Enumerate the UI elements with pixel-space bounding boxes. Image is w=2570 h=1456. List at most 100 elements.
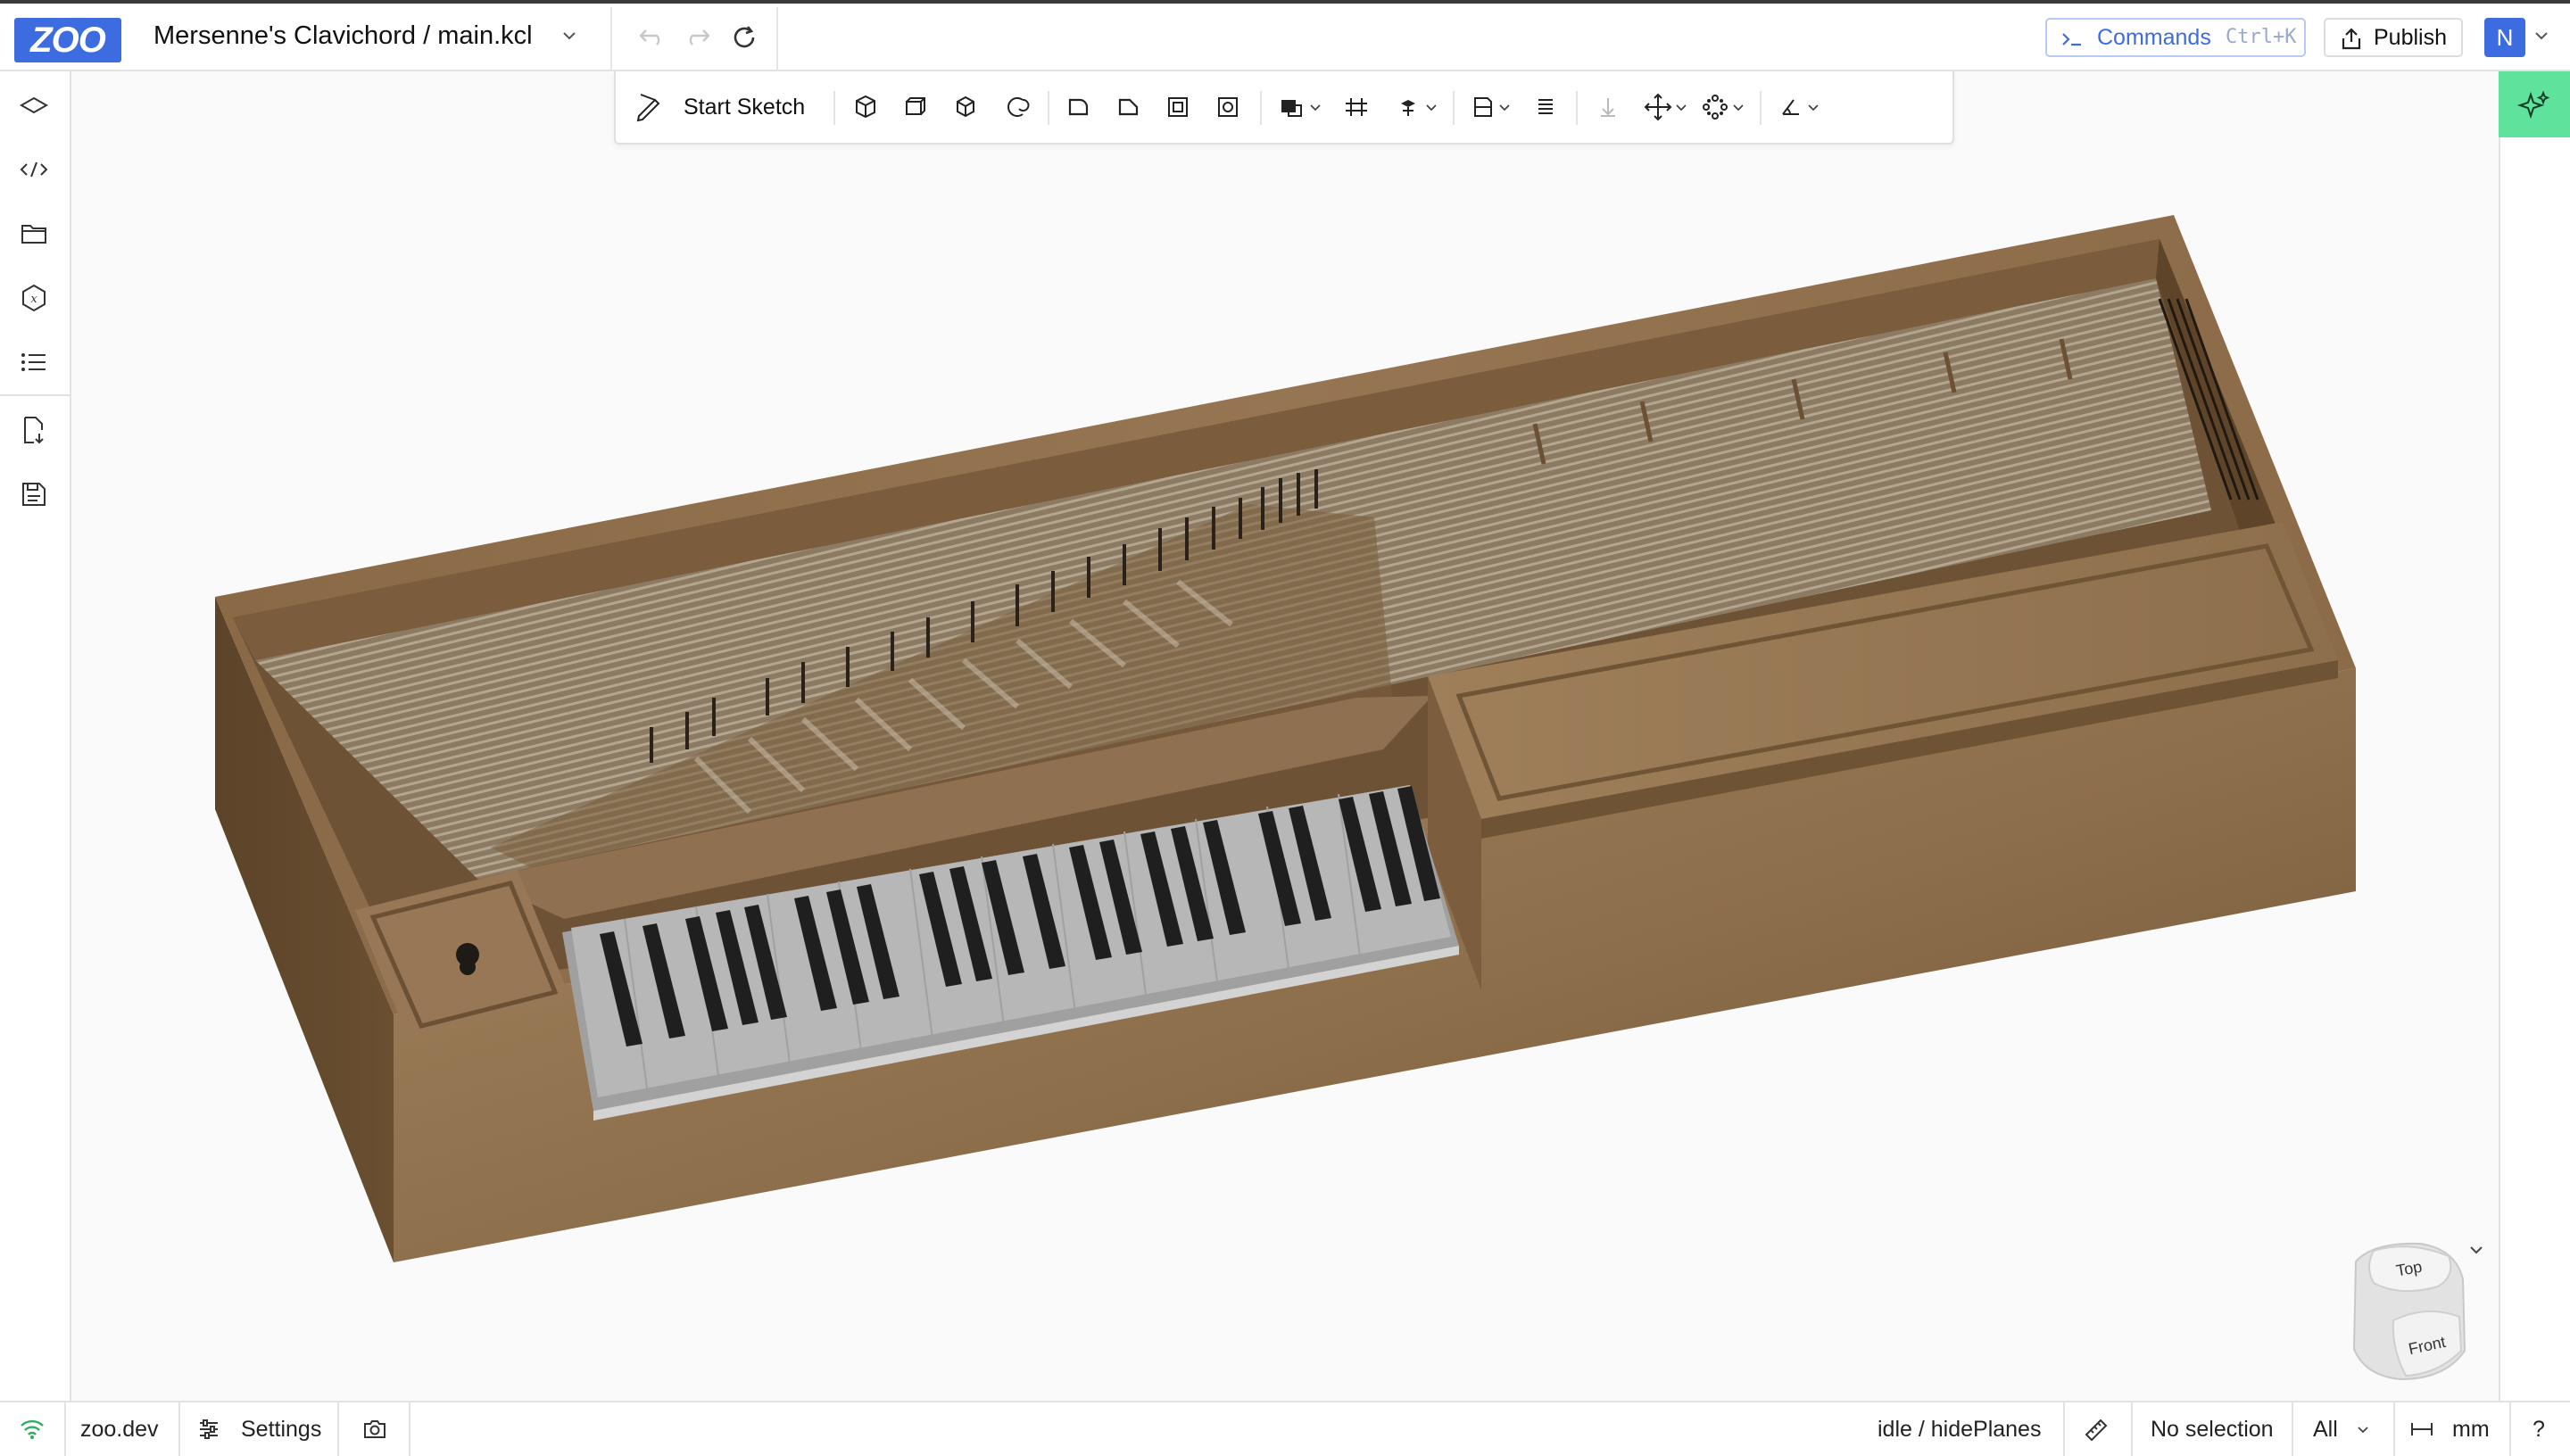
chevron-down-icon[interactable] [557, 23, 582, 48]
hole-button[interactable] [1208, 87, 1248, 127]
revolve-icon [906, 97, 925, 115]
modeling-toolbar: Start Sketch [614, 71, 1954, 145]
share-icon [2342, 28, 2361, 50]
left-sidebar: x [0, 71, 71, 1401]
toolbar-divider [1760, 91, 1762, 125]
network-health-icon[interactable] [18, 1415, 46, 1444]
chevron-down-icon[interactable] [2352, 1415, 2374, 1444]
sidebar-divider [0, 394, 70, 396]
sparkles-icon [2516, 90, 2550, 120]
user-avatar[interactable]: N [2484, 18, 2525, 57]
engine-state: idle / hidePlanes [1878, 1417, 2042, 1442]
project-title[interactable]: Mersenne's Clavichord / main.kcl [153, 18, 533, 54]
status-divider [2063, 1402, 2065, 1456]
code-button[interactable] [16, 152, 52, 187]
toolbar-divider [1260, 91, 1262, 125]
extrude-button[interactable] [846, 87, 885, 127]
refresh-icon[interactable] [726, 20, 762, 55]
chevron-down-icon[interactable] [1494, 87, 1515, 127]
units-icon [2411, 1423, 2433, 1435]
terminal-icon [2062, 33, 2081, 46]
sliders-icon [200, 1419, 218, 1439]
loft-icon [1007, 97, 1030, 117]
toolbar-divider [1048, 91, 1049, 125]
shell-button[interactable] [1158, 87, 1198, 127]
toolbar-divider [1576, 91, 1578, 125]
units-selector[interactable]: mm [2452, 1402, 2490, 1456]
text-to-cad-button[interactable] [2499, 71, 2570, 137]
divider [610, 7, 612, 73]
chamfer-icon [1118, 98, 1139, 116]
status-bar: zoo.dev Settings idle / hidePlanes No se… [0, 1401, 2570, 1456]
logs-button[interactable] [16, 344, 52, 380]
toolbar-divider [833, 91, 835, 125]
offset-plane-icon [1346, 98, 1367, 116]
files-icon [21, 225, 46, 244]
model-viewport[interactable] [71, 71, 2499, 1401]
chevron-down-icon[interactable] [1670, 87, 1692, 127]
feature-tree-button[interactable] [16, 87, 52, 123]
export-icon [24, 417, 44, 444]
zoo-logo[interactable]: ZOO [14, 18, 121, 62]
status-divider [64, 1402, 66, 1456]
chevron-down-icon[interactable] [1803, 87, 1824, 127]
code-icon [20, 161, 48, 178]
top-bar: ZOO Mersenne's Clavichord / main.kcl Com… [0, 0, 2570, 73]
commands-label: Commands [2097, 25, 2211, 50]
save-button[interactable] [16, 476, 52, 512]
redo-icon[interactable] [680, 20, 716, 55]
revolve-button[interactable] [896, 87, 935, 127]
toolbar-divider [1453, 91, 1455, 125]
status-divider [178, 1402, 180, 1456]
helix-icon [1538, 99, 1553, 114]
commands-button[interactable]: Commands Ctrl+K [2045, 18, 2306, 57]
undo-icon[interactable] [634, 20, 669, 55]
status-divider [409, 1402, 410, 1456]
status-divider [337, 1402, 339, 1456]
save-icon [22, 483, 46, 506]
chevron-down-icon[interactable] [1305, 87, 1326, 127]
split-icon [1601, 98, 1615, 117]
svg-text:x: x [30, 293, 37, 306]
pencil-icon [636, 94, 660, 122]
commands-shortcut: Ctrl+K [2226, 26, 2297, 48]
chevron-down-icon[interactable] [1421, 87, 1442, 127]
extrude-icon [856, 95, 875, 119]
website-link[interactable]: zoo.dev [80, 1402, 159, 1456]
chevron-down-icon[interactable] [2531, 25, 2552, 46]
helix-button[interactable] [1526, 87, 1565, 127]
status-divider [2131, 1402, 2133, 1456]
publish-button[interactable]: Publish [2324, 18, 2463, 57]
start-sketch-label: Start Sketch [684, 95, 806, 120]
status-divider [2509, 1402, 2511, 1456]
selection-filter[interactable]: All [2313, 1402, 2338, 1456]
status-divider [2393, 1402, 2395, 1456]
sweep-button[interactable] [946, 87, 985, 127]
variables-icon: x [22, 284, 46, 312]
fillet-button[interactable] [1058, 87, 1098, 127]
loft-button[interactable] [996, 87, 1035, 127]
camera-icon[interactable] [361, 1415, 389, 1444]
split-button[interactable] [1588, 87, 1628, 127]
view-cube[interactable]: Top Front [2338, 1235, 2481, 1386]
sweep-icon [957, 95, 974, 118]
right-rail [2499, 71, 2570, 1401]
publish-label: Publish [2374, 25, 2447, 50]
chevron-down-icon[interactable] [1728, 87, 1749, 127]
divider [776, 7, 778, 73]
export-button[interactable] [16, 412, 52, 448]
offset-plane-button[interactable] [1337, 87, 1376, 127]
ruler-icon[interactable] [2081, 1415, 2110, 1444]
status-divider [2292, 1402, 2293, 1456]
variables-button[interactable]: x [16, 280, 52, 316]
selection-info: No selection [2151, 1417, 2274, 1442]
chamfer-button[interactable] [1108, 87, 1148, 127]
start-sketch-button[interactable]: Start Sketch [628, 82, 823, 132]
files-button[interactable] [16, 216, 52, 252]
feature-tree-icon [19, 96, 49, 114]
settings-button[interactable]: Settings [241, 1402, 321, 1456]
logs-icon [21, 353, 46, 371]
hole-icon [1218, 97, 1238, 117]
help-button[interactable]: ? [2533, 1402, 2545, 1456]
clavichord-model [215, 215, 2356, 1262]
